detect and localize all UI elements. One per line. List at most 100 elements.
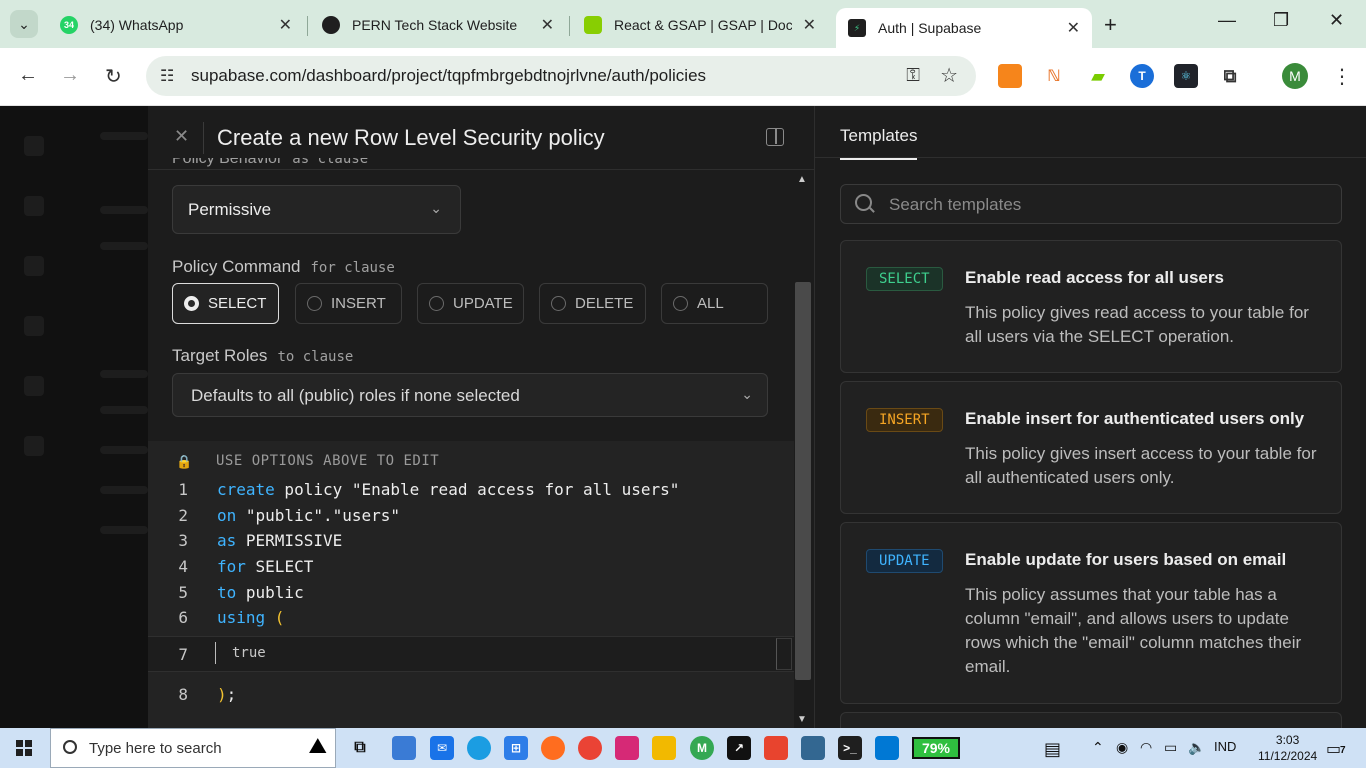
tab-title: React & GSAP | GSAP | Docs &	[614, 17, 792, 33]
background-text	[100, 370, 148, 378]
template-search[interactable]	[840, 184, 1342, 224]
ntwrk-extension-icon[interactable]: ℕ	[1042, 64, 1066, 88]
react-devtools-icon[interactable]: ⚛	[1174, 64, 1198, 88]
background-text	[100, 486, 148, 494]
close-panel-icon[interactable]: ✕	[174, 126, 189, 147]
chart-extension-icon[interactable]: ▰	[1086, 64, 1110, 88]
reload-icon[interactable]: ↻	[105, 64, 122, 89]
windows-start-icon[interactable]	[16, 740, 32, 756]
target-roles-select[interactable]: Defaults to all (public) roles if none s…	[172, 373, 768, 417]
postgresql-icon[interactable]	[801, 736, 825, 760]
close-tab-icon[interactable]: ✕	[279, 15, 292, 35]
metamask-extension-icon[interactable]	[998, 64, 1022, 88]
radio-checked-icon	[184, 296, 199, 311]
keyboard-icon[interactable]: ▤	[1044, 739, 1061, 760]
tab-supabase-auth[interactable]: ⚡ Auth | Supabase ✕	[836, 8, 1092, 48]
forward-arrow-icon[interactable]: →	[60, 64, 80, 87]
scroll-down-icon[interactable]: ▼	[797, 714, 807, 725]
tab-search-button[interactable]: ⌄	[10, 10, 38, 38]
new-tab-button[interactable]: +	[1104, 12, 1117, 38]
terminal-icon[interactable]: >_	[838, 736, 862, 760]
minimize-icon[interactable]: —	[1218, 10, 1236, 31]
wifi-icon[interactable]: ◠	[1140, 739, 1152, 756]
extensions-puzzle-icon[interactable]: ⧉	[1218, 64, 1242, 88]
sql-editor[interactable]: 🔒 USE OPTIONS ABOVE TO EDIT 1 2 3 4 5 6 …	[148, 441, 794, 728]
template-card-update[interactable]: UPDATE Enable update for users based on …	[840, 522, 1342, 704]
policy-behavior-select[interactable]: Permissive ⌄	[172, 185, 461, 234]
command-option-select[interactable]: SELECT	[172, 283, 279, 324]
chrome-icon[interactable]	[578, 736, 602, 760]
command-option-update[interactable]: UPDATE	[417, 283, 524, 324]
close-tab-icon[interactable]: ✕	[803, 15, 816, 35]
vscode-icon[interactable]	[875, 736, 899, 760]
command-option-delete[interactable]: DELETE	[539, 283, 646, 324]
tab-templates[interactable]: Templates	[840, 126, 918, 160]
site-info-icon[interactable]: ☷	[160, 66, 174, 86]
sidebar-icon	[24, 436, 44, 456]
command-option-all[interactable]: ALL	[661, 283, 768, 324]
sql-text: SELECT	[245, 557, 314, 576]
code-line-1: create policy "Enable read access for al…	[217, 480, 679, 499]
sidebar-icon	[24, 256, 44, 276]
line-number: 1	[178, 480, 188, 499]
policy-command-code: for clause	[310, 260, 395, 276]
edge-icon[interactable]	[467, 736, 491, 760]
language-indicator[interactable]: IND	[1214, 739, 1236, 754]
tab-gsap-docs[interactable]: React & GSAP | GSAP | Docs & ✕	[572, 8, 828, 42]
templates-header: Templates	[815, 106, 1366, 160]
password-key-icon[interactable]: ⚿	[906, 65, 920, 86]
template-card-partial[interactable]	[840, 712, 1342, 728]
close-tab-icon[interactable]: ✕	[541, 15, 554, 35]
radio-unchecked-icon	[429, 296, 444, 311]
toggle-sidebar-icon[interactable]	[766, 128, 784, 146]
scrollbar-thumb[interactable]	[795, 282, 811, 680]
scroll-up-icon[interactable]: ▲	[797, 174, 807, 185]
close-tab-icon[interactable]: ✕	[1067, 18, 1080, 38]
browser-menu-icon[interactable]: ⋮	[1332, 64, 1352, 89]
copilot-icon[interactable]	[392, 736, 416, 760]
template-card-select[interactable]: SELECT Enable read access for all users …	[840, 240, 1342, 373]
search-icon	[63, 740, 77, 754]
volume-icon[interactable]: 🔈	[1188, 739, 1205, 756]
using-expression[interactable]: true	[232, 645, 266, 661]
meet-icon[interactable]: ◉	[1116, 739, 1128, 756]
taskbar-clock[interactable]: 3:03 11/12/2024	[1258, 732, 1317, 764]
search-templates-input[interactable]	[889, 194, 1329, 216]
template-card-insert[interactable]: INSERT Enable insert for authenticated u…	[840, 381, 1342, 514]
close-window-icon[interactable]: ✕	[1329, 10, 1344, 31]
profile-avatar[interactable]: M	[1282, 63, 1308, 89]
panel-scrollbar[interactable]: ▲ ▼	[794, 170, 814, 728]
git-icon[interactable]	[764, 736, 788, 760]
taskbar-search-box[interactable]: Type here to search ⛰	[50, 728, 336, 768]
translate-extension-icon[interactable]: T	[1130, 64, 1154, 88]
tab-pern-tech-stack[interactable]: PERN Tech Stack Website ✕	[310, 8, 566, 42]
store-icon[interactable]: ⊞	[504, 736, 528, 760]
sql-text: ;	[226, 685, 237, 704]
mail-icon[interactable]: ✉	[430, 736, 454, 760]
battery-icon[interactable]: ▭	[1164, 739, 1177, 756]
back-arrow-icon[interactable]: ←	[18, 64, 38, 87]
address-bar[interactable]: ☷ supabase.com/dashboard/project/tqpfmbr…	[146, 56, 976, 96]
notification-count: 7	[1340, 745, 1346, 756]
command-option-label: INSERT	[331, 295, 386, 312]
file-explorer-icon[interactable]	[652, 736, 676, 760]
notifications-icon[interactable]: ▭	[1326, 739, 1341, 759]
bookmark-star-icon[interactable]: ☆	[940, 63, 958, 88]
instagram-icon[interactable]	[615, 736, 639, 760]
line-number: 2	[178, 506, 188, 525]
browser-toolbar: ← → ↻ ☷ supabase.com/dashboard/project/t…	[0, 48, 1366, 106]
chevron-up-icon[interactable]: ⌃	[1092, 739, 1104, 756]
update-badge: UPDATE	[866, 549, 943, 573]
tab-whatsapp[interactable]: 34 (34) WhatsApp ✕	[48, 8, 304, 42]
radio-unchecked-icon	[307, 296, 322, 311]
firefox-icon[interactable]	[541, 736, 565, 760]
task-view-icon[interactable]: ⧉	[348, 736, 372, 760]
restore-icon[interactable]: ❐	[1273, 10, 1289, 31]
app-icon[interactable]: ↗	[727, 736, 751, 760]
header-divider	[203, 122, 204, 154]
battery-indicator[interactable]: 79%	[912, 737, 960, 759]
chrome-profile-icon[interactable]: M	[690, 736, 714, 760]
target-roles-label: Target Roles to clause	[172, 346, 353, 366]
command-option-insert[interactable]: INSERT	[295, 283, 402, 324]
url-text[interactable]: supabase.com/dashboard/project/tqpfmbrge…	[191, 66, 706, 86]
